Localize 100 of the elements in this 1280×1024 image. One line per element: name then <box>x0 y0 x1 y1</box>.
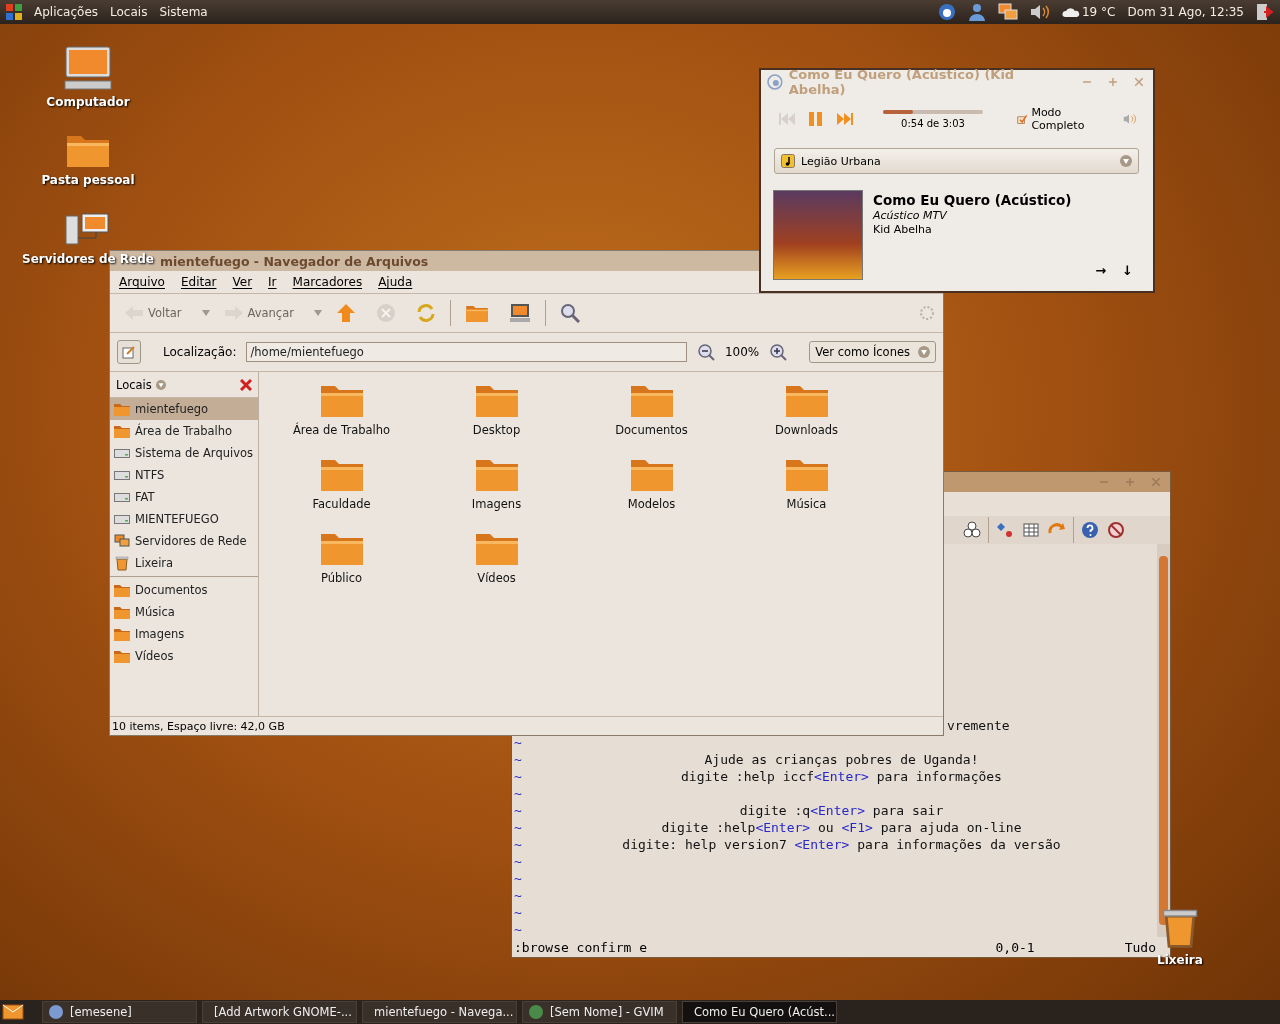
mode-toggle[interactable]: Modo Completo <box>1031 106 1096 132</box>
gears-icon[interactable] <box>962 521 982 539</box>
sidebar-item[interactable]: mientefuego <box>110 398 258 420</box>
taskbar-button[interactable]: mientefuego - Navega... <box>362 1001 517 1023</box>
sidebar-item[interactable]: Sistema de Arquivos <box>110 442 258 464</box>
song-title: Como Eu Quero (Acústico) <box>873 192 1073 208</box>
taskbar-button[interactable]: [Sem Nome] - GVIM <box>522 1001 677 1023</box>
taskbar-button[interactable]: Como Eu Quero (Acúst... <box>682 1001 837 1023</box>
sidebar-item[interactable]: Imagens <box>110 623 258 645</box>
folder-label[interactable]: Desktop <box>472 423 521 437</box>
app-icon <box>48 1004 64 1020</box>
menu-item[interactable]: Ajuda <box>378 275 413 289</box>
volume-icon[interactable] <box>1029 4 1050 20</box>
scrollbar[interactable] <box>1157 544 1170 937</box>
intro-text-line: digite :help iccf<Enter> para informações <box>681 769 1002 784</box>
scroll-position: Tudo <box>1124 939 1156 955</box>
empty-line-marker: ~ <box>513 921 523 938</box>
folder-label[interactable]: Imagens <box>471 497 522 511</box>
view-mode-dropdown[interactable]: Ver como Ícones <box>809 341 936 363</box>
empty-line-marker: ~ <box>513 887 523 904</box>
weather-temperature[interactable]: 19 °C <box>1081 5 1116 19</box>
folder-label[interactable]: Modelos <box>627 497 676 511</box>
panel-menu[interactable]: Sistema <box>159 5 208 19</box>
help-icon[interactable] <box>1080 521 1100 539</box>
window-title: Como Eu Quero (Acústico) (Kid Abelha) <box>788 67 1016 97</box>
folder-label[interactable]: Documentos <box>615 423 688 437</box>
close-icon[interactable] <box>240 378 252 391</box>
next-button[interactable] <box>837 113 853 125</box>
folder-icon <box>114 424 130 438</box>
progress-bar[interactable] <box>883 109 983 114</box>
folder-label[interactable]: Vídeos <box>477 571 516 585</box>
sidebar-item[interactable]: Área de Trabalho <box>110 420 258 442</box>
edit-location-button[interactable] <box>117 340 141 364</box>
arrow-button[interactable]: → <box>1095 263 1107 278</box>
empty-line-marker: ~ <box>513 734 523 751</box>
sidebar-item[interactable]: Documentos <box>110 579 258 601</box>
desktop-icon-label[interactable]: Pasta pessoal <box>41 173 135 187</box>
folder-label[interactable]: Público <box>320 571 363 585</box>
trash-icon <box>114 555 130 571</box>
folder-label[interactable]: Área de Trabalho <box>292 423 391 437</box>
folder-label[interactable]: Música <box>786 497 827 511</box>
sidebar-item[interactable]: Lixeira <box>110 552 258 574</box>
sidebar-item[interactable]: Música <box>110 601 258 623</box>
folder-icon <box>114 402 130 416</box>
network-icon <box>114 534 130 548</box>
clock[interactable]: Dom 31 Ago, 12:35 <box>1127 5 1244 19</box>
close-icon[interactable] <box>1135 78 1143 86</box>
table-icon[interactable] <box>1021 521 1041 539</box>
sidebar-item[interactable]: MIENTEFUEGO <box>110 508 258 530</box>
menu-logo-icon <box>6 4 22 20</box>
home-folder-icon <box>464 303 489 323</box>
music-note-icon <box>781 154 795 168</box>
messenger-icon[interactable] <box>937 3 956 21</box>
location-field[interactable]: /home/mientefuego <box>246 342 687 362</box>
intro-text-line: digite :q<Enter> para sair <box>739 803 944 818</box>
panel-menu[interactable]: Locais <box>110 5 148 19</box>
folder-icon <box>114 583 130 597</box>
desktop-icon-label[interactable]: Lixeira <box>1157 953 1203 967</box>
command-line[interactable]: :browse confirm e <box>514 939 648 955</box>
sidebar-item[interactable]: Vídeos <box>110 645 258 667</box>
checkbox-pen-icon[interactable] <box>1017 112 1028 126</box>
empty-line-marker: ~ <box>513 836 523 853</box>
menu-item[interactable]: Editar <box>180 275 217 289</box>
empty-line-marker: ~ <box>513 819 523 836</box>
panel-menu[interactable]: Aplicações <box>34 5 99 19</box>
menu-item[interactable]: Marcadores <box>292 275 363 289</box>
sidebar-item[interactable]: Servidores de Rede <box>110 530 258 552</box>
taskbar-button[interactable]: [Add Artwork GNOME-... <box>202 1001 357 1023</box>
taskbar-button[interactable]: [emesene] <box>42 1001 197 1023</box>
search-icon <box>559 303 580 323</box>
arrow-button[interactable]: ↓ <box>1122 263 1133 278</box>
previous-icon <box>779 113 795 125</box>
pencil-icon <box>122 345 136 359</box>
sidebar-title[interactable]: Locais <box>116 377 152 392</box>
minimize-icon[interactable] <box>1083 78 1092 86</box>
menu-item[interactable]: Arquivo <box>119 275 165 289</box>
playlist-dropdown[interactable]: Legião Urbana <box>774 148 1139 174</box>
pause-button[interactable] <box>809 112 823 126</box>
drive-icon <box>114 513 130 525</box>
intro-text-line: Ajude as crianças pobres de Uganda! <box>704 752 979 767</box>
pause-icon <box>809 112 823 126</box>
empty-line-marker: ~ <box>513 751 523 768</box>
sidebar-item[interactable]: FAT <box>110 486 258 508</box>
show-desktop-icon[interactable] <box>2 1004 24 1020</box>
maximize-icon[interactable] <box>1109 78 1118 86</box>
computer-icon <box>508 303 531 323</box>
folder-label[interactable]: Downloads <box>774 423 839 437</box>
logout-icon[interactable] <box>1256 3 1274 21</box>
folder-label[interactable]: Faculdade <box>312 497 371 511</box>
dropdown-arrow-icon[interactable] <box>155 379 166 390</box>
desktop-icon-label[interactable]: Computador <box>46 95 130 109</box>
menu-item[interactable]: Ver <box>232 275 253 289</box>
menu-item[interactable]: Ir <box>268 275 277 289</box>
network-icon[interactable] <box>997 3 1018 21</box>
cloud-icon[interactable] <box>1061 6 1080 18</box>
app-icon <box>767 74 783 90</box>
zoom-in-icon[interactable] <box>769 343 788 361</box>
sidebar-item[interactable]: NTFS <box>110 464 258 486</box>
user-icon[interactable] <box>967 3 986 21</box>
zoom-out-icon[interactable] <box>696 343 715 361</box>
